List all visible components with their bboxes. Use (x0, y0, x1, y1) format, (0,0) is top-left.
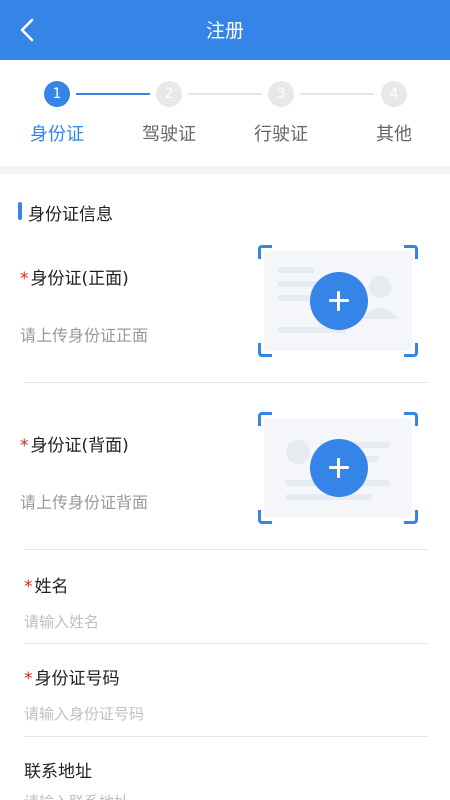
required-mark: * (20, 436, 29, 456)
id-front-label-text: 身份证(正面) (30, 269, 129, 289)
required-mark: * (24, 577, 33, 597)
required-mark: * (24, 669, 33, 689)
divider (24, 643, 428, 644)
frame-corner (258, 510, 272, 524)
step-4-label[interactable]: 其他 (349, 120, 439, 146)
required-mark: * (20, 269, 29, 289)
name-label-text: 姓名 (34, 577, 69, 597)
address-input[interactable] (24, 790, 424, 800)
name-input[interactable] (24, 610, 424, 634)
divider (24, 549, 428, 550)
id-number-label-text: 身份证号码 (34, 669, 120, 689)
frame-corner (258, 412, 272, 426)
id-back-label-text: 身份证(背面) (30, 436, 129, 456)
step-connector-1-2 (76, 93, 150, 95)
address-label: 联系地址 (24, 762, 92, 782)
id-number-input[interactable] (24, 702, 424, 726)
step-4-circle[interactable]: 4 (381, 81, 407, 107)
divider (24, 382, 428, 383)
step-indicator: 1 2 3 4 身份证 驾驶证 行驶证 其他 (0, 60, 450, 166)
frame-corner (258, 343, 272, 357)
page-title: 注册 (205, 20, 244, 42)
frame-corner (258, 245, 272, 259)
step-3-label[interactable]: 行驶证 (236, 120, 326, 146)
step-connector-3-4 (300, 93, 374, 95)
step-1-circle[interactable]: 1 (44, 81, 70, 107)
frame-corner (404, 343, 418, 357)
id-back-upload[interactable] (258, 412, 418, 524)
id-front-hint: 请上传身份证正面 (20, 326, 149, 345)
step-3-circle[interactable]: 3 (268, 81, 294, 107)
section-separator (0, 166, 450, 174)
section-accent-bar (18, 202, 22, 220)
plus-icon[interactable] (310, 272, 368, 330)
id-front-upload[interactable] (258, 245, 418, 357)
divider (24, 736, 428, 737)
step-connector-2-3 (188, 93, 262, 95)
register-page: 注册 1 2 3 4 身份证 驾驶证 行驶证 其他 身份证信息 * 身份证(正面)… (0, 0, 450, 800)
id-front-label: * 身份证(正面) (20, 264, 129, 289)
section-title: 身份证信息 (28, 205, 113, 225)
step-2-label[interactable]: 驾驶证 (124, 120, 214, 146)
step-1-label[interactable]: 身份证 (12, 120, 102, 146)
plus-icon[interactable] (310, 439, 368, 497)
id-back-hint: 请上传身份证背面 (20, 493, 149, 512)
id-number-label: * 身份证号码 (24, 664, 120, 689)
frame-corner (404, 412, 418, 426)
frame-corner (404, 510, 418, 524)
top-nav-bar: 注册 (0, 0, 450, 60)
step-2-circle[interactable]: 2 (156, 81, 182, 107)
name-label: * 姓名 (24, 572, 69, 597)
id-back-label: * 身份证(背面) (20, 431, 129, 456)
frame-corner (404, 245, 418, 259)
